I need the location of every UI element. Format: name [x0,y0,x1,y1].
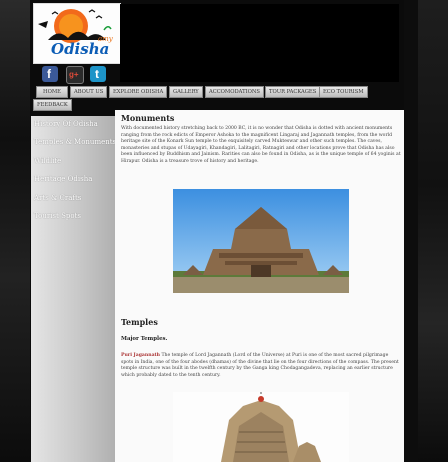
nav-eco-tourism[interactable]: ECO TOURISM [319,86,368,98]
nav-accomodations[interactable]: ACCOMODATIONS [205,86,264,98]
background-right-panel [418,0,448,462]
sidebar-item-wildlife[interactable]: Wildlife [34,157,115,165]
background-left-panel [0,0,30,462]
site-logo[interactable]: Odisha amy [33,3,121,64]
twitter-icon[interactable]: t [90,66,106,82]
sidebar-item-arts-crafts[interactable]: Arts & Crafts [34,194,115,202]
puri-description: The temple of Lord Jagannath (Lord of th… [121,353,399,378]
google-plus-glyph: g+ [69,70,79,79]
monuments-heading: Monuments [121,113,175,123]
sun-temple-image [173,189,349,293]
nav-explore-odisha[interactable]: EXPLORE ODISHA [109,86,168,98]
sidebar-item-history[interactable]: History Of Odisha [34,120,115,128]
jagannath-temple-photo [173,392,349,462]
nav-gallery[interactable]: GALLERY [169,86,203,98]
facebook-glyph: f [47,67,51,81]
sidebar: History Of Odisha Temples & Monuments Wi… [31,116,116,462]
temples-heading: Temples [121,317,158,327]
puri-jagannath-label: Puri Jagannath [121,353,161,358]
jagannath-temple-image [173,392,349,462]
nav-feedback[interactable]: FEEDBACK [33,99,72,111]
major-temples-label: Major Temples. [121,336,168,342]
puri-paragraph: Puri Jagannath The temple of Lord Jagann… [121,353,401,379]
nav-about-us[interactable]: ABOUT US [70,86,108,98]
nav-tour-packages[interactable]: TOUR PACKAGES [265,86,321,98]
logo-tag: amy [98,35,113,43]
sidebar-item-heritage[interactable]: Heritage Odisha [34,175,115,183]
sidebar-item-tourist-spots[interactable]: Tourist Spots [34,212,115,220]
google-plus-icon[interactable]: g+ [66,66,84,84]
header-banner [120,4,399,82]
facebook-icon[interactable]: f [42,66,58,82]
main-nav: HOME ABOUT US EXPLORE ODISHA GALLERY ACC… [33,86,399,112]
monuments-paragraph: With documented history stretching back … [121,126,401,164]
sun-temple-photo [173,189,349,293]
twitter-glyph: t [95,67,99,81]
sidebar-item-temples-monuments[interactable]: Temples & Monuments [34,138,116,146]
main-content: Monuments With documented history stretc… [115,110,404,462]
nav-home[interactable]: HOME [36,86,68,98]
